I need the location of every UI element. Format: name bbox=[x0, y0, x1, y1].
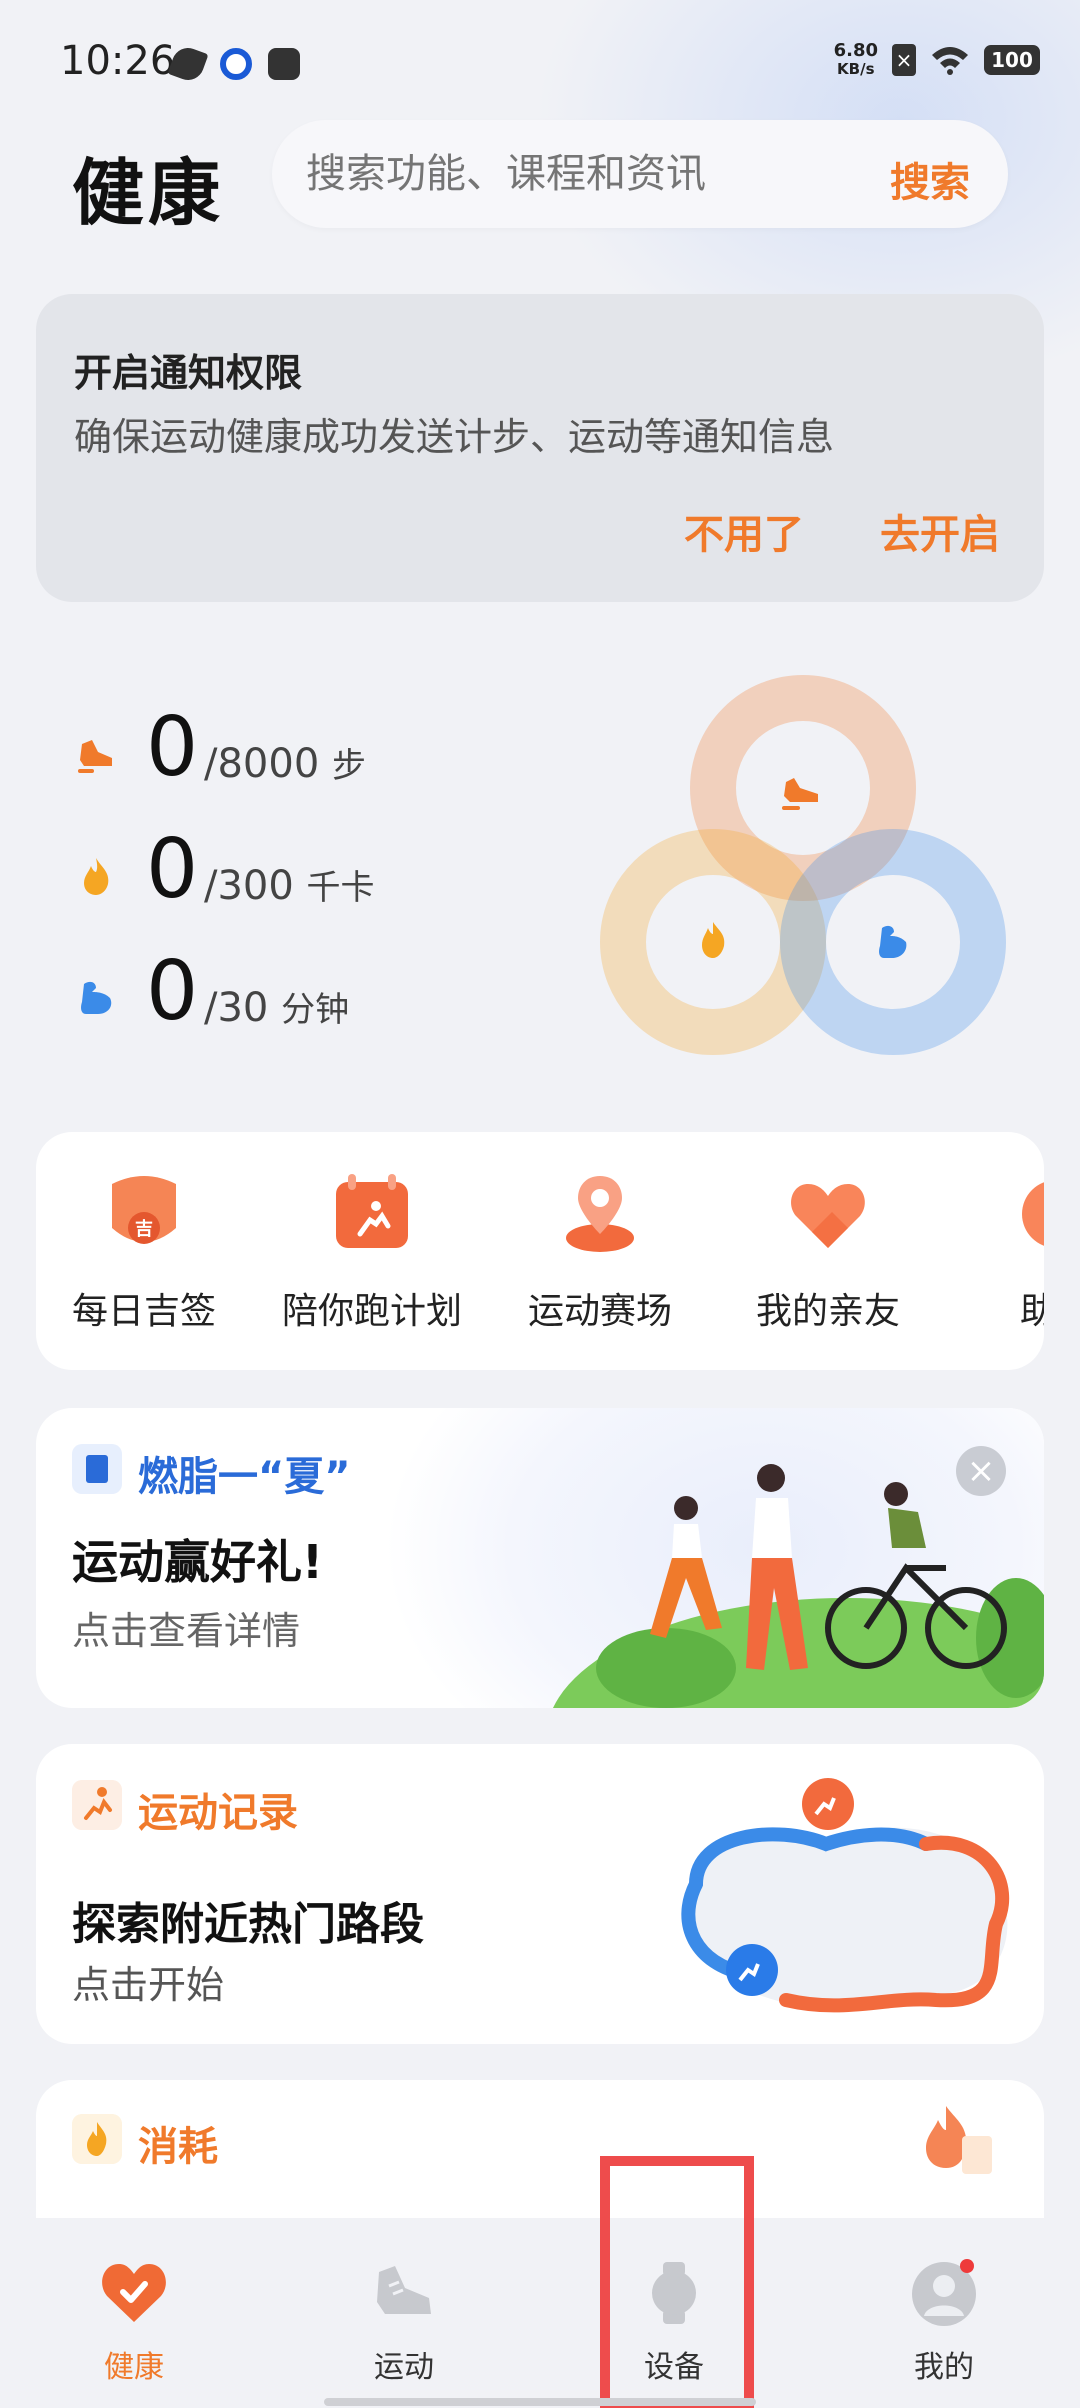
flame-icon bbox=[84, 858, 109, 895]
search-button[interactable]: 搜索 bbox=[890, 150, 970, 208]
nav-tab-health[interactable]: 健康 bbox=[34, 2258, 234, 2386]
calories-value: 0 bbox=[146, 822, 199, 917]
promo-subtitle: 点击查看详情 bbox=[72, 1609, 301, 1653]
exercise-record-card[interactable]: 运动记录 探索附近热门路段 点击开始 bbox=[36, 1744, 1044, 2044]
shortcut-row: 吉 每日吉签 陪你跑计划 运动赛场 我的亲友 助眠 bbox=[36, 1132, 1044, 1370]
exercise-time-unit: 分钟 bbox=[281, 990, 350, 1030]
nav-tab-exercise[interactable]: 运动 bbox=[304, 2258, 504, 2386]
no-sim-icon: × bbox=[892, 44, 916, 76]
status-system-icons: 6.80 KB/s × 100 bbox=[834, 42, 1040, 78]
shortcut-sleep-aid[interactable]: 助眠 bbox=[946, 1172, 1044, 1334]
exercise-time-goal-number: /30 bbox=[204, 985, 269, 1031]
exercise-time-stat: 0 /30 分钟 bbox=[70, 944, 490, 1066]
route-map-illustration bbox=[681, 1778, 1010, 2013]
shoe-icon bbox=[78, 740, 112, 773]
app-notification-icon bbox=[220, 48, 252, 80]
notification-permission-card: 开启通知权限 确保运动健康成功发送计步、运动等通知信息 不用了 去开启 bbox=[36, 294, 1044, 602]
profile-icon bbox=[912, 2259, 976, 2326]
steps-value: 0 bbox=[146, 700, 199, 795]
record-subtitle: 点击开始 bbox=[72, 1963, 225, 2007]
notice-title: 开启通知权限 bbox=[74, 351, 303, 395]
dismiss-button[interactable]: 不用了 bbox=[684, 502, 804, 560]
muscle-icon bbox=[81, 981, 112, 1014]
notice-description: 确保运动健康成功发送计步、运动等通知信息 bbox=[74, 415, 835, 459]
calories-goal-number: /300 bbox=[204, 863, 294, 909]
consume-tag: 消耗 bbox=[138, 2124, 218, 2170]
exercise-time-value: 0 bbox=[146, 944, 199, 1039]
shortcut-label: 陪你跑计划 bbox=[281, 1291, 462, 1332]
shortcut-arena[interactable]: 运动赛场 bbox=[490, 1172, 710, 1334]
shortcut-label: 运动赛场 bbox=[527, 1291, 672, 1332]
search-bar[interactable]: 搜索 bbox=[272, 120, 1008, 228]
shortcut-label: 每日吉签 bbox=[71, 1291, 216, 1332]
shortcut-label: 我的亲友 bbox=[755, 1291, 900, 1332]
ring-muscle-icon bbox=[879, 925, 907, 958]
promo-title: 运动赢好礼! bbox=[72, 1535, 323, 1589]
wifi-icon bbox=[932, 47, 968, 75]
battery-icon: 100 bbox=[984, 45, 1040, 75]
status-bar: 10:26 6.80 KB/s × 100 bbox=[0, 0, 1080, 120]
network-speed-unit: KB/s bbox=[837, 60, 875, 78]
shortcut-run-plan[interactable]: 陪你跑计划 bbox=[262, 1172, 482, 1334]
flame-icon bbox=[72, 2114, 122, 2164]
promo-tag: 燃脂一“夏” bbox=[138, 1454, 351, 1500]
steps-stat: 0 /8000 步 bbox=[70, 700, 490, 822]
sneaker-icon bbox=[377, 2266, 431, 2314]
page-title: 健康 bbox=[72, 151, 225, 235]
nav-label: 运动 bbox=[374, 2350, 434, 2385]
calories-unit: 千卡 bbox=[306, 868, 375, 908]
shortcut-family[interactable]: 我的亲友 bbox=[718, 1172, 938, 1334]
network-speed: 6.80 KB/s bbox=[833, 40, 878, 79]
ring-flame-icon bbox=[702, 922, 725, 958]
record-tag: 运动记录 bbox=[138, 1790, 298, 1836]
nav-label: 我的 bbox=[914, 2350, 974, 2385]
run-plan-icon bbox=[336, 1174, 408, 1248]
activity-rings[interactable] bbox=[596, 672, 1016, 1072]
network-speed-value: 6.80 bbox=[833, 40, 878, 61]
message-notification-icon bbox=[268, 48, 300, 80]
steps-goal-number: /8000 bbox=[204, 741, 320, 787]
calorie-illustration bbox=[926, 2106, 992, 2174]
lucky-sign-icon: 吉 bbox=[112, 1176, 176, 1244]
app-notification-icon bbox=[167, 43, 209, 85]
promo-banner[interactable]: 燃脂一“夏” 运动赢好礼! 点击查看详情 × bbox=[36, 1408, 1044, 1708]
nav-tab-profile[interactable]: 我的 bbox=[844, 2258, 1044, 2386]
status-time: 10:26 bbox=[60, 38, 176, 84]
shortcut-label: 助眠 bbox=[1019, 1291, 1044, 1332]
svg-text:吉: 吉 bbox=[135, 1218, 153, 1240]
search-input[interactable] bbox=[306, 120, 826, 228]
highlight-box bbox=[600, 2156, 754, 2408]
calories-goal: /300 千卡 bbox=[204, 860, 375, 909]
steps-unit: 步 bbox=[332, 746, 366, 786]
runner-icon bbox=[72, 1780, 122, 1830]
heart-icon bbox=[102, 2264, 166, 2322]
sleep-aid-icon bbox=[1022, 1182, 1044, 1246]
shortcut-daily-sign[interactable]: 吉 每日吉签 bbox=[36, 1172, 254, 1334]
family-heart-icon bbox=[791, 1184, 865, 1248]
home-indicator[interactable] bbox=[324, 2398, 756, 2406]
arena-icon bbox=[566, 1176, 634, 1252]
bookmark-icon bbox=[72, 1444, 122, 1494]
enable-notifications-button[interactable]: 去开启 bbox=[880, 502, 1000, 560]
status-notification-icons bbox=[167, 43, 300, 85]
record-title: 探索附近热门路段 bbox=[72, 1899, 424, 1950]
bottom-navigation: 健康 运动 设备 我的 bbox=[0, 2218, 1080, 2408]
nav-label: 健康 bbox=[104, 2350, 164, 2385]
calories-stat: 0 /300 千卡 bbox=[70, 822, 490, 944]
exercise-time-goal: /30 分钟 bbox=[204, 982, 349, 1031]
ring-shoe-icon bbox=[782, 778, 818, 810]
close-icon[interactable]: × bbox=[956, 1446, 1006, 1496]
steps-goal: /8000 步 bbox=[204, 738, 366, 787]
activity-stats[interactable]: 0 /8000 步 0 /300 千卡 0 /30 分钟 bbox=[70, 700, 490, 1066]
